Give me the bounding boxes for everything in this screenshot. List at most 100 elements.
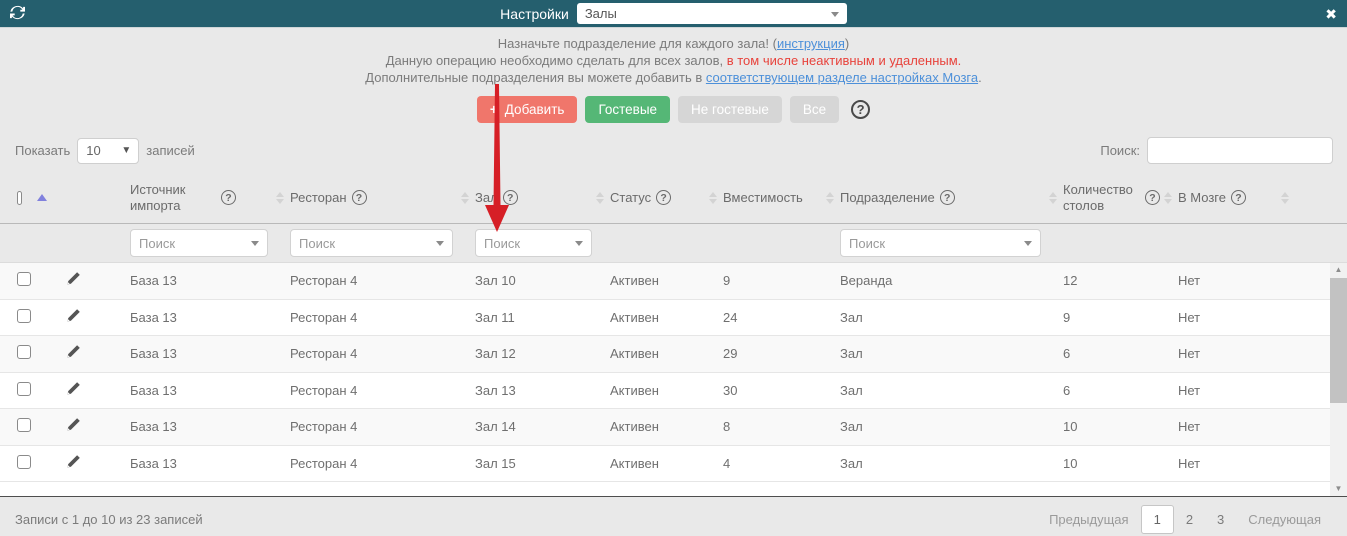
row-checkbox[interactable] xyxy=(17,381,31,396)
brain-settings-link[interactable]: соответствующем разделе настройках Мозга xyxy=(706,70,978,85)
cell-table-count: 10 xyxy=(1063,419,1078,435)
halls-table: Источник импорта ? Ресторан ? Зал ? Стат… xyxy=(0,172,1347,497)
row-checkbox[interactable] xyxy=(17,454,31,469)
page-button-1[interactable]: 1 xyxy=(1140,505,1174,534)
search-label: Поиск: xyxy=(1100,143,1140,158)
sort-icon xyxy=(709,191,717,204)
table-controls: Показать 10 ▼ записей Поиск: xyxy=(15,137,1333,164)
help-icon[interactable]: ? xyxy=(351,190,367,205)
edit-icon[interactable] xyxy=(65,271,81,287)
cell-import-source: База 13 xyxy=(130,273,177,289)
notice-line-1: Назначьте подразделение для каждого зала… xyxy=(0,35,1347,52)
notice-line3-text: Дополнительные подразделения вы можете д… xyxy=(365,70,706,85)
row-checkbox[interactable] xyxy=(17,345,31,360)
vertical-scrollbar[interactable]: ▲ ▼ xyxy=(1330,263,1347,496)
scrollbar-thumb[interactable] xyxy=(1330,278,1347,403)
select-all-checkbox[interactable] xyxy=(17,190,22,205)
header-division[interactable]: Подразделение ? xyxy=(840,190,1063,206)
cell-status: Активен xyxy=(610,382,659,398)
filter-import-source[interactable]: Поиск xyxy=(130,229,268,257)
cell-in-brain: Нет xyxy=(1178,309,1201,325)
table-row[interactable]: База 13 Ресторан 4 Зал 12 Активен 29 Зал… xyxy=(0,336,1347,373)
toolbar: + Добавить Гостевые Не гостевые Все ? xyxy=(0,95,1347,123)
cell-table-count: 10 xyxy=(1063,455,1078,471)
search-control: Поиск: xyxy=(1100,137,1333,164)
filter-placeholder: Поиск xyxy=(849,235,886,251)
add-button[interactable]: + Добавить xyxy=(476,95,578,123)
scroll-up-icon[interactable]: ▲ xyxy=(1330,263,1347,277)
cell-capacity: 8 xyxy=(723,419,731,435)
settings-section-select[interactable]: Залы xyxy=(576,3,847,24)
help-icon[interactable]: ? xyxy=(656,190,672,205)
table-row[interactable]: База 13 Ресторан 4 Зал 11 Активен 24 Зал… xyxy=(0,300,1347,336)
header-table-count[interactable]: Количество столов ? xyxy=(1063,182,1178,214)
help-icon[interactable]: ? xyxy=(221,190,236,205)
row-checkbox[interactable] xyxy=(17,272,31,287)
chevron-down-icon xyxy=(251,241,259,246)
help-icon[interactable]: ? xyxy=(1231,190,1246,205)
prev-page-button[interactable]: Предыдущая xyxy=(1037,506,1141,533)
refresh-icon[interactable] xyxy=(10,5,25,23)
cell-status: Активен xyxy=(610,346,659,362)
search-input[interactable] xyxy=(1147,137,1333,164)
cell-table-count: 9 xyxy=(1063,309,1071,325)
all-filter-button[interactable]: Все xyxy=(789,95,840,123)
header-in-brain[interactable]: В Мозге ? xyxy=(1178,190,1295,206)
notice-line1-suffix: ) xyxy=(844,36,850,51)
edit-icon[interactable] xyxy=(65,344,81,360)
chevron-down-icon xyxy=(830,11,839,17)
help-icon[interactable]: ? xyxy=(1145,190,1160,205)
plus-icon: + xyxy=(489,101,498,117)
header-label: Ресторан xyxy=(290,189,347,205)
filter-placeholder: Поиск xyxy=(139,235,176,251)
add-button-label: Добавить xyxy=(504,101,565,117)
next-page-button[interactable]: Следующая xyxy=(1236,506,1333,533)
table-row[interactable]: База 13 Ресторан 4 Зал 10 Активен 9 Вера… xyxy=(0,263,1347,300)
scroll-down-icon[interactable]: ▼ xyxy=(1330,482,1347,496)
page-size-select[interactable]: 10 ▼ xyxy=(77,137,140,164)
titlebar: Настройки Залы ✖ xyxy=(0,0,1347,28)
filter-hall[interactable]: Поиск xyxy=(475,229,592,257)
cell-hall: Зал 10 xyxy=(475,273,516,289)
header-capacity[interactable]: Вместимость xyxy=(723,190,840,206)
cell-in-brain: Нет xyxy=(1178,455,1201,471)
cell-restaurant: Ресторан 4 xyxy=(290,346,358,362)
cell-restaurant: Ресторан 4 xyxy=(290,273,358,289)
cell-in-brain: Нет xyxy=(1178,346,1201,362)
close-icon[interactable]: ✖ xyxy=(1325,7,1337,21)
help-icon[interactable]: ? xyxy=(851,99,871,119)
edit-icon[interactable] xyxy=(65,454,81,470)
cell-hall: Зал 11 xyxy=(475,309,515,325)
table-row[interactable]: База 13 Ресторан 4 Зал 13 Активен 30 Зал… xyxy=(0,373,1347,409)
edit-icon[interactable] xyxy=(65,381,81,397)
filter-restaurant[interactable]: Поиск xyxy=(290,229,453,257)
edit-icon[interactable] xyxy=(65,417,81,433)
help-icon[interactable]: ? xyxy=(502,190,518,205)
header-restaurant[interactable]: Ресторан ? xyxy=(290,190,475,206)
instruction-link[interactable]: инструкция xyxy=(777,36,845,51)
help-icon[interactable]: ? xyxy=(939,190,955,205)
row-checkbox[interactable] xyxy=(17,308,31,323)
header-import-source[interactable]: Источник импорта ? xyxy=(130,182,290,214)
header-hall[interactable]: Зал ? xyxy=(475,190,610,206)
page-button-2[interactable]: 2 xyxy=(1174,506,1205,533)
cell-capacity: 4 xyxy=(723,455,731,471)
cell-division: Зал xyxy=(840,455,863,471)
page-button-3[interactable]: 3 xyxy=(1205,506,1236,533)
filter-division[interactable]: Поиск xyxy=(840,229,1041,257)
settings-section-value: Залы xyxy=(584,6,617,21)
select-all-header xyxy=(0,190,65,205)
row-checkbox[interactable] xyxy=(17,418,31,433)
cell-restaurant: Ресторан 4 xyxy=(290,382,358,398)
table-row[interactable]: База 13 Ресторан 4 Зал 14 Активен 8 Зал … xyxy=(0,409,1347,446)
table-row[interactable]: База 13 Ресторан 4 Зал 15 Активен 4 Зал … xyxy=(0,446,1347,482)
non-guest-filter-button[interactable]: Не гостевые xyxy=(678,95,782,123)
records-info: Записи с 1 до 10 из 23 записей xyxy=(15,512,203,527)
header-status[interactable]: Статус ? xyxy=(610,190,723,206)
sort-asc-icon[interactable] xyxy=(37,194,47,201)
cell-division: Зал xyxy=(840,309,863,325)
edit-icon[interactable] xyxy=(65,308,81,324)
chevron-down-icon xyxy=(436,241,444,246)
guest-filter-button[interactable]: Гостевые xyxy=(585,95,671,123)
sort-icon xyxy=(1164,191,1172,204)
